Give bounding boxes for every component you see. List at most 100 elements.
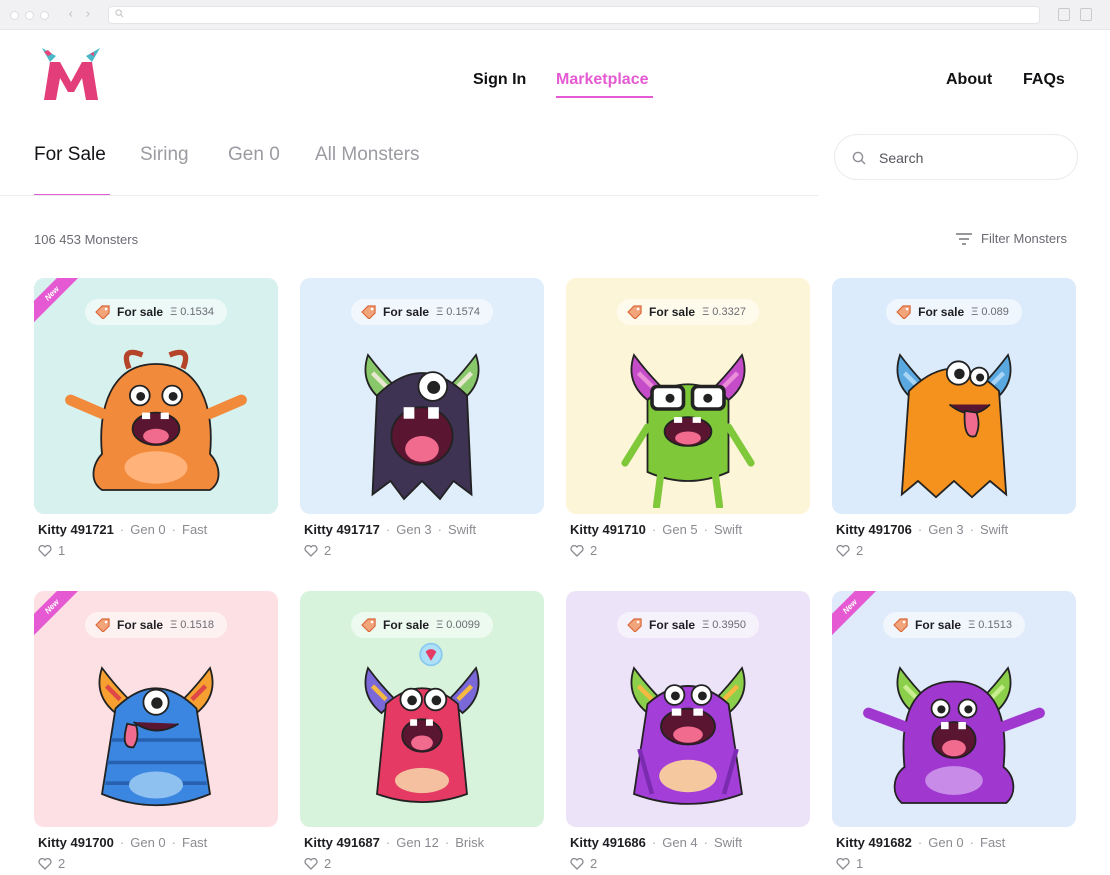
like-count: 2 xyxy=(590,543,598,558)
heart-icon[interactable] xyxy=(304,544,318,557)
monster-card-image[interactable]: New For sale Ξ 0.1534 xyxy=(34,278,278,514)
price-value: Ξ 0.1574 xyxy=(436,306,480,318)
heart-icon[interactable] xyxy=(836,544,850,557)
monster-meta: Kitty 491706 · Gen 3 · Swift xyxy=(832,522,1076,537)
monster-illustration xyxy=(621,353,755,508)
monster-card-image[interactable]: For sale Ξ 0.0099 xyxy=(300,591,544,827)
price-tag-icon xyxy=(95,618,110,632)
monster-generation: Gen 4 xyxy=(662,835,698,850)
close-window-dot[interactable] xyxy=(10,11,19,20)
price-value: Ξ 0.3327 xyxy=(702,306,746,318)
filter-monsters-button[interactable]: Filter Monsters xyxy=(956,231,1067,246)
monster-card[interactable]: For sale Ξ 0.3327 Kitty 491710 · Gen 5 · Swi… xyxy=(566,278,810,558)
meta-separator: · xyxy=(119,522,125,537)
monster-card-image[interactable]: For sale Ξ 0.089 xyxy=(832,278,1076,514)
for-sale-pill: For sale Ξ 0.1574 xyxy=(351,299,493,325)
heart-icon[interactable] xyxy=(38,544,52,557)
tab-siring[interactable]: Siring xyxy=(140,144,189,166)
like-count: 2 xyxy=(324,543,332,558)
monster-speed: Swift xyxy=(980,522,1009,537)
heart-icon[interactable] xyxy=(570,857,584,870)
monster-name[interactable]: Kitty 491682 xyxy=(836,835,912,850)
price-value: Ξ 0.1534 xyxy=(170,306,214,318)
meta-separator: · xyxy=(171,522,176,537)
monster-card[interactable]: New For sale Ξ 0.1513 Kitty 491682 · Gen 0… xyxy=(832,591,1076,871)
monster-illustration xyxy=(364,642,480,803)
monster-card-image[interactable]: For sale Ξ 0.3950 xyxy=(566,591,810,827)
monster-meta: Kitty 491687 · Gen 12 · Brisk xyxy=(300,835,544,850)
monster-name[interactable]: Kitty 491710 xyxy=(570,522,646,537)
heart-icon[interactable] xyxy=(38,857,52,870)
meta-separator: · xyxy=(385,835,391,850)
monster-name[interactable]: Kitty 491717 xyxy=(304,522,380,537)
monster-card-image[interactable]: For sale Ξ 0.3327 xyxy=(566,278,810,514)
monster-card[interactable]: For sale Ξ 0.3950 Kitty 491686 · Gen 4 · Swi… xyxy=(566,591,810,871)
monster-count: 106 453 Monsters xyxy=(34,232,139,247)
tab-all-monsters[interactable]: All Monsters xyxy=(315,144,420,166)
monster-meta: Kitty 491710 · Gen 5 · Swift xyxy=(566,522,810,537)
meta-separator: · xyxy=(969,835,974,850)
for-sale-pill: For sale Ξ 0.1518 xyxy=(85,612,227,638)
price-tag-icon xyxy=(361,618,376,632)
likes-row: 2 xyxy=(832,543,1076,558)
maximize-window-dot[interactable] xyxy=(40,11,49,20)
price-tag-icon xyxy=(896,305,911,319)
monster-illustration xyxy=(863,666,1045,804)
monster-speed: Fast xyxy=(182,522,208,537)
marketplace-active-underline xyxy=(556,96,653,98)
monster-meta: Kitty 491682 · Gen 0 · Fast xyxy=(832,835,1076,850)
monster-card-image[interactable]: For sale Ξ 0.1574 xyxy=(300,278,544,514)
tabs-icon[interactable] xyxy=(1080,8,1092,21)
sale-status-label: For sale xyxy=(918,305,965,319)
meta-separator: · xyxy=(969,522,974,537)
heart-icon[interactable] xyxy=(570,544,584,557)
like-count: 2 xyxy=(58,856,66,871)
monster-name[interactable]: Kitty 491686 xyxy=(570,835,646,850)
heart-icon[interactable] xyxy=(836,857,850,870)
monster-card[interactable]: For sale Ξ 0.0099 Kitty 491687 · Gen 12 · Br… xyxy=(300,591,544,871)
monster-name[interactable]: Kitty 491721 xyxy=(38,522,114,537)
monster-card[interactable]: For sale Ξ 0.1574 Kitty 491717 · Gen 3 · Swi… xyxy=(300,278,544,558)
monster-illustration xyxy=(65,349,247,491)
tab-for-sale[interactable]: For Sale xyxy=(34,144,106,166)
monster-speed: Swift xyxy=(714,835,743,850)
for-sale-pill: For sale Ξ 0.1534 xyxy=(85,299,227,325)
share-icon[interactable] xyxy=(1058,8,1070,21)
minimize-window-dot[interactable] xyxy=(25,11,34,20)
browser-back-forward-icons[interactable]: ‹ › xyxy=(68,7,95,22)
sale-status-label: For sale xyxy=(649,618,696,632)
monster-logo[interactable] xyxy=(36,46,106,104)
new-badge: New xyxy=(34,278,86,328)
monster-card-image[interactable]: New For sale Ξ 0.1518 xyxy=(34,591,278,827)
sale-status-label: For sale xyxy=(915,618,962,632)
monster-card[interactable]: For sale Ξ 0.089 Kitty 491706 · Gen 3 · Swif… xyxy=(832,278,1076,558)
monster-name[interactable]: Kitty 491687 xyxy=(304,835,380,850)
for-sale-pill: For sale Ξ 0.0099 xyxy=(351,612,493,638)
search-box[interactable] xyxy=(834,134,1078,180)
monster-card[interactable]: New For sale Ξ 0.1518 Kitty 491700 · Gen 0… xyxy=(34,591,278,871)
meta-separator: · xyxy=(703,835,708,850)
like-count: 1 xyxy=(58,543,66,558)
tab-gen-0[interactable]: Gen 0 xyxy=(228,144,280,166)
monster-generation: Gen 5 xyxy=(662,522,698,537)
monster-generation: Gen 3 xyxy=(396,522,432,537)
monster-card-image[interactable]: New For sale Ξ 0.1513 xyxy=(832,591,1076,827)
about-link[interactable]: About xyxy=(946,71,992,89)
faqs-link[interactable]: FAQs xyxy=(1023,71,1065,89)
search-input[interactable] xyxy=(879,147,1059,169)
window-controls[interactable] xyxy=(10,11,49,20)
monster-card[interactable]: New For sale Ξ 0.1534 Kitty 491721 · Gen 0… xyxy=(34,278,278,558)
price-value: Ξ 0.1518 xyxy=(170,619,214,631)
monster-name[interactable]: Kitty 491700 xyxy=(38,835,114,850)
marketplace-link[interactable]: Marketplace xyxy=(556,71,649,89)
address-bar[interactable] xyxy=(108,6,1040,24)
monster-generation: Gen 0 xyxy=(928,835,964,850)
sale-status-label: For sale xyxy=(117,305,164,319)
meta-separator: · xyxy=(437,522,442,537)
meta-separator: · xyxy=(917,522,923,537)
monster-name[interactable]: Kitty 491706 xyxy=(836,522,912,537)
heart-icon[interactable] xyxy=(304,857,318,870)
monster-speed: Fast xyxy=(182,835,208,850)
sign-in-link[interactable]: Sign In xyxy=(473,71,526,89)
price-value: Ξ 0.1513 xyxy=(968,619,1012,631)
